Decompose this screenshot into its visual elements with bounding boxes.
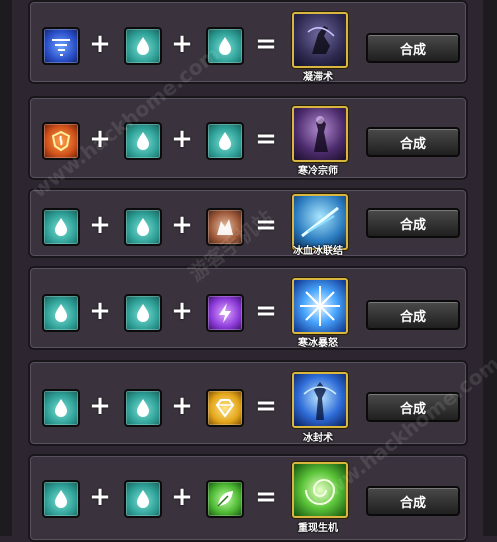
- synthesize-button[interactable]: 合成: [366, 208, 460, 238]
- recipe-list: + + = 凝滞术 合成 + + = 寒冷宗师 合成 + + = 冰血冰联结 合…: [0, 0, 497, 542]
- synthesize-button[interactable]: 合成: [366, 300, 460, 330]
- recipe-row-2: + + = 寒冷宗师 合成: [28, 96, 468, 180]
- result-name: 冰封术: [303, 433, 333, 444]
- water-drop-icon[interactable]: [124, 389, 162, 427]
- equals-sign: =: [255, 482, 277, 512]
- equals-sign: =: [255, 124, 277, 154]
- plus-sign: +: [171, 210, 193, 240]
- recipe-row-4: + + = 寒冰暴怒 合成: [28, 266, 468, 350]
- equals-sign: =: [255, 210, 277, 240]
- plus-sign: +: [171, 124, 193, 154]
- water-drop-icon[interactable]: [124, 480, 162, 518]
- water-drop-icon[interactable]: [124, 27, 162, 65]
- result-name: 凝滞术: [303, 72, 333, 83]
- ice-burst-icon[interactable]: [292, 278, 348, 334]
- plus-sign: +: [171, 391, 193, 421]
- water-drop-icon[interactable]: [124, 208, 162, 246]
- gem-icon[interactable]: [206, 389, 244, 427]
- result-name: 冰血冰联结: [293, 246, 343, 257]
- equals-sign: =: [255, 296, 277, 326]
- plus-sign: +: [89, 391, 111, 421]
- mage-silhouette-icon[interactable]: [292, 106, 348, 162]
- synthesize-button[interactable]: 合成: [366, 486, 460, 516]
- recipe-row-5: + + = 冰封术 合成: [28, 360, 468, 446]
- recipe-row-3: + + = 冰血冰联结 合成: [28, 188, 468, 258]
- nature-swirl-icon[interactable]: [292, 462, 348, 518]
- water-drop-icon[interactable]: [42, 208, 80, 246]
- plus-sign: +: [89, 124, 111, 154]
- water-drop-icon[interactable]: [124, 294, 162, 332]
- result-name: 寒冰暴怒: [298, 338, 338, 349]
- water-drop-icon[interactable]: [124, 122, 162, 160]
- synthesize-button[interactable]: 合成: [366, 127, 460, 157]
- equals-sign: =: [255, 391, 277, 421]
- plus-sign: +: [89, 482, 111, 512]
- result-name: 寒冷宗师: [298, 166, 338, 177]
- water-drop-icon[interactable]: [42, 480, 80, 518]
- plus-sign: +: [89, 29, 111, 59]
- plus-sign: +: [89, 210, 111, 240]
- lightning-icon[interactable]: [206, 294, 244, 332]
- recipe-row-1: + + = 凝滞术 合成: [28, 0, 468, 84]
- result-name: 重现生机: [298, 523, 338, 534]
- plus-sign: +: [171, 29, 193, 59]
- water-drop-icon[interactable]: [42, 294, 80, 332]
- tornado-icon[interactable]: [42, 27, 80, 65]
- leaf-icon[interactable]: [206, 480, 244, 518]
- plus-sign: +: [171, 296, 193, 326]
- recipe-row-6: + + = 重现生机 合成: [28, 454, 468, 542]
- water-drop-icon[interactable]: [42, 389, 80, 427]
- water-drop-icon[interactable]: [206, 27, 244, 65]
- fire-shield-icon[interactable]: [42, 122, 80, 160]
- rock-icon[interactable]: [206, 208, 244, 246]
- plus-sign: +: [89, 296, 111, 326]
- water-drop-icon[interactable]: [206, 122, 244, 160]
- plus-sign: +: [171, 482, 193, 512]
- archer-silhouette-icon[interactable]: [292, 12, 348, 68]
- synthesize-button[interactable]: 合成: [366, 33, 460, 63]
- equals-sign: =: [255, 29, 277, 59]
- synthesize-button[interactable]: 合成: [366, 392, 460, 422]
- frozen-figure-icon[interactable]: [292, 372, 348, 428]
